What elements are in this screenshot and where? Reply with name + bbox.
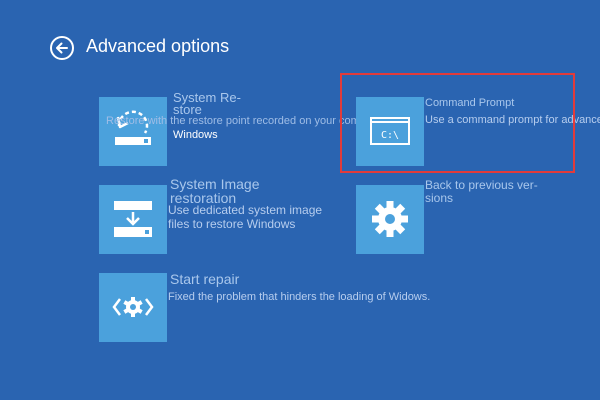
back-button[interactable]	[50, 36, 74, 60]
repair-icon	[112, 297, 154, 317]
system-image-title-line1: System Image	[170, 176, 260, 192]
system-image-tile[interactable]	[99, 185, 167, 254]
highlight-box	[340, 73, 575, 173]
system-image-icon	[114, 201, 152, 237]
start-repair-title: Start repair	[170, 271, 240, 287]
system-restore-tile[interactable]	[99, 97, 167, 166]
previous-version-tile[interactable]	[356, 185, 424, 254]
system-image-desc-line1: Use dedicated system image	[168, 203, 323, 217]
back-arrow-circle-icon	[56, 42, 68, 54]
start-repair-description: Fixed the problem that hinders the loadi…	[168, 291, 431, 303]
page-title: Advanced options	[86, 36, 230, 56]
system-restore-sub: Windows	[173, 129, 218, 141]
system-restore-icon	[115, 110, 151, 145]
previous-version-title-line2: sions	[425, 191, 454, 205]
start-repair-tile[interactable]	[99, 273, 167, 342]
gear-icon	[372, 201, 408, 237]
previous-version-title-line1: Back to previous ver-	[425, 178, 538, 192]
system-image-desc-line2: files to restore Windows	[168, 217, 296, 231]
